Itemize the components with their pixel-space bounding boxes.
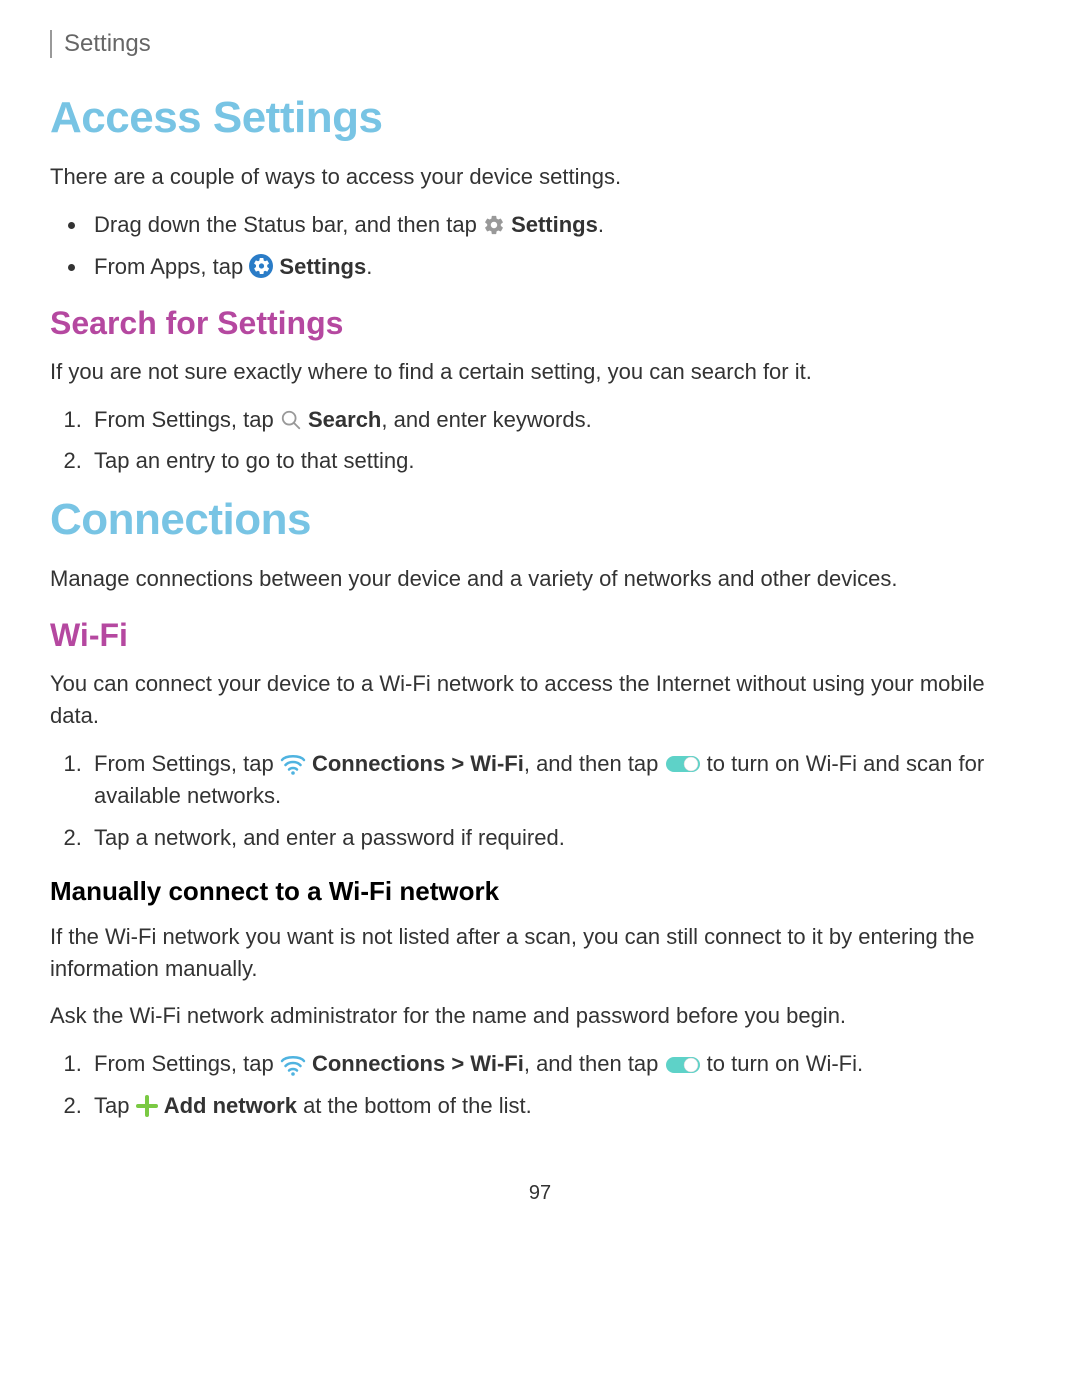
text: .: [366, 254, 372, 279]
settings-label: Settings: [511, 212, 598, 237]
access-settings-intro: There are a couple of ways to access you…: [50, 161, 1030, 193]
search-settings-steps: From Settings, tap Search, and enter key…: [88, 404, 1030, 478]
add-network-label: Add network: [164, 1093, 297, 1118]
text: Tap: [94, 1093, 136, 1118]
text: From Settings, tap: [94, 751, 280, 776]
manual-wifi-steps: From Settings, tap Connections > Wi-Fi, …: [88, 1048, 1030, 1122]
wifi-icon: [280, 752, 306, 774]
text: , and then tap: [524, 751, 665, 776]
heading-wifi: Wi-Fi: [50, 617, 1030, 654]
connections-intro: Manage connections between your device a…: [50, 563, 1030, 595]
heading-manual-wifi: Manually connect to a Wi-Fi network: [50, 876, 1030, 907]
list-item: From Settings, tap Search, and enter key…: [88, 404, 1030, 436]
list-item: Drag down the Status bar, and then tap S…: [88, 209, 1030, 241]
settings-label: Settings: [279, 254, 366, 279]
text: From Settings, tap: [94, 407, 280, 432]
list-item: Tap a network, and enter a password if r…: [88, 822, 1030, 854]
wifi-intro: You can connect your device to a Wi-Fi n…: [50, 668, 1030, 732]
heading-connections: Connections: [50, 495, 1030, 545]
page-header: Settings: [50, 30, 1030, 58]
manual-wifi-intro2: Ask the Wi-Fi network administrator for …: [50, 1000, 1030, 1032]
toggle-on-icon: [665, 752, 701, 774]
text: , and then tap: [524, 1051, 665, 1076]
connections-wifi-label: Connections > Wi-Fi: [312, 1051, 524, 1076]
list-item: From Settings, tap Connections > Wi-Fi, …: [88, 1048, 1030, 1080]
connections-wifi-label: Connections > Wi-Fi: [312, 751, 524, 776]
plus-icon: [136, 1094, 158, 1116]
toggle-on-icon: [665, 1053, 701, 1075]
header-text: Settings: [64, 30, 151, 57]
text: From Settings, tap: [94, 1051, 280, 1076]
search-settings-intro: If you are not sure exactly where to fin…: [50, 356, 1030, 388]
text: From Apps, tap: [94, 254, 249, 279]
heading-search-settings: Search for Settings: [50, 305, 1030, 342]
text: Drag down the Status bar, and then tap: [94, 212, 483, 237]
list-item: Tap Add network at the bottom of the lis…: [88, 1090, 1030, 1122]
list-item: From Apps, tap Settings.: [88, 251, 1030, 283]
text: at the bottom of the list.: [297, 1093, 532, 1118]
page-number: 97: [50, 1182, 1030, 1205]
list-item: Tap an entry to go to that setting.: [88, 445, 1030, 477]
wifi-icon: [280, 1053, 306, 1075]
list-item: From Settings, tap Connections > Wi-Fi, …: [88, 748, 1030, 812]
text: , and enter keywords.: [381, 407, 591, 432]
wifi-steps: From Settings, tap Connections > Wi-Fi, …: [88, 748, 1030, 854]
search-label: Search: [308, 407, 381, 432]
heading-access-settings: Access Settings: [50, 93, 1030, 143]
access-settings-list: Drag down the Status bar, and then tap S…: [88, 209, 1030, 283]
text: .: [598, 212, 604, 237]
manual-wifi-intro1: If the Wi-Fi network you want is not lis…: [50, 921, 1030, 985]
search-icon: [280, 408, 302, 430]
gear-icon: [483, 213, 505, 235]
text: to turn on Wi-Fi.: [707, 1051, 863, 1076]
gear-badge-icon: [249, 254, 273, 278]
